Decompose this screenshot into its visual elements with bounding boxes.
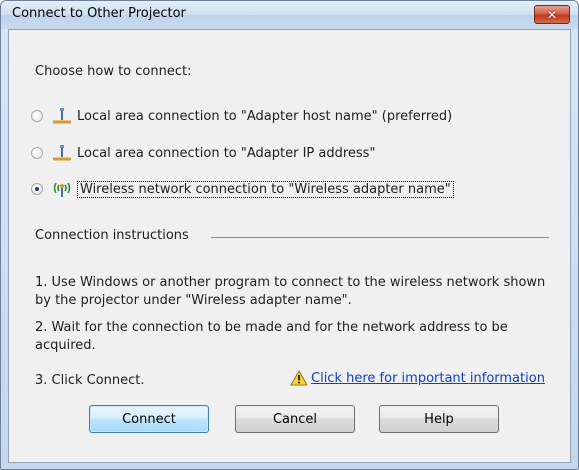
warning-icon [290, 370, 308, 386]
instruction-step-3: 3. Click Connect. [35, 373, 145, 388]
close-button[interactable]: ✕ [534, 5, 570, 24]
dialog-body: Choose how to connect: Local area connec… [8, 29, 571, 463]
radio-adapter-ip-address[interactable] [31, 147, 43, 159]
wired-network-icon [53, 145, 71, 161]
option-wireless-adapter-name[interactable]: Wireless network connection to "Wireless… [31, 178, 454, 200]
help-button[interactable]: Help [379, 405, 499, 433]
radio-wireless-adapter-name[interactable] [31, 183, 43, 195]
option-label: Local area connection to "Adapter host n… [77, 108, 453, 124]
group-divider [211, 237, 549, 238]
close-icon: ✕ [546, 7, 558, 22]
important-info-link-text[interactable]: Click here for important information [311, 371, 545, 386]
window-title: Connect to Other Projector [12, 6, 186, 21]
cancel-button[interactable]: Cancel [235, 405, 355, 433]
connect-button[interactable]: Connect [89, 405, 209, 433]
option-adapter-host-name[interactable]: Local area connection to "Adapter host n… [31, 105, 452, 127]
option-label: Wireless network connection to "Wireless… [77, 180, 454, 198]
connect-heading: Choose how to connect: [35, 64, 192, 79]
instruction-step-2: 2. Wait for the connection to be made an… [35, 320, 508, 353]
option-adapter-ip-address[interactable]: Local area connection to "Adapter IP add… [31, 142, 375, 164]
wired-network-icon [53, 108, 71, 124]
title-bar[interactable]: Connect to Other Projector ✕ [1, 1, 578, 29]
wireless-network-icon [53, 182, 71, 197]
option-label: Local area connection to "Adapter IP add… [77, 145, 376, 161]
instructions-group-title: Connection instructions [35, 228, 199, 243]
instruction-step-1: 1. Use Windows or another program to con… [35, 275, 546, 308]
radio-adapter-host-name[interactable] [31, 110, 43, 122]
important-info-link[interactable]: Click here for important information [290, 370, 545, 386]
dialog-window: Connect to Other Projector ✕ Choose how … [0, 0, 579, 470]
